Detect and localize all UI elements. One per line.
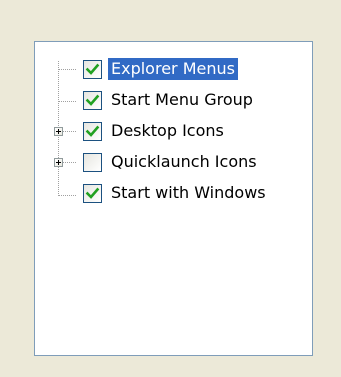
- tree-connector-horizontal: [59, 101, 76, 102]
- tree-item-explorer-menus[interactable]: Explorer Menus: [108, 58, 238, 80]
- checkbox-explorer-menus[interactable]: [83, 60, 102, 79]
- checkmark-icon: [85, 187, 100, 199]
- checkmark-icon: [85, 63, 100, 75]
- expand-quicklaunch-icons-button[interactable]: [54, 158, 63, 167]
- checkbox-quicklaunch-icons[interactable]: [83, 153, 102, 172]
- tree-item-start-menu-group[interactable]: Start Menu Group: [108, 89, 256, 111]
- checkbox-start-menu-group[interactable]: [83, 91, 102, 110]
- checkbox-start-with-windows[interactable]: [83, 184, 102, 203]
- tree-item-start-with-windows[interactable]: Start with Windows: [108, 182, 269, 204]
- tree-connector-horizontal: [59, 195, 76, 196]
- tree-connector-horizontal: [59, 69, 76, 70]
- checkbox-desktop-icons[interactable]: [83, 122, 102, 141]
- checkmark-icon: [85, 94, 100, 106]
- tree-connector-horizontal: [63, 131, 76, 132]
- checkmark-icon: [85, 125, 100, 137]
- tree-item-desktop-icons[interactable]: Desktop Icons: [108, 120, 227, 142]
- tree-connector-horizontal: [63, 162, 76, 163]
- expand-desktop-icons-button[interactable]: [54, 127, 63, 136]
- tree-item-quicklaunch-icons[interactable]: Quicklaunch Icons: [108, 151, 260, 173]
- tree-view[interactable]: Explorer Menus Start Menu Group Desktop …: [34, 41, 313, 356]
